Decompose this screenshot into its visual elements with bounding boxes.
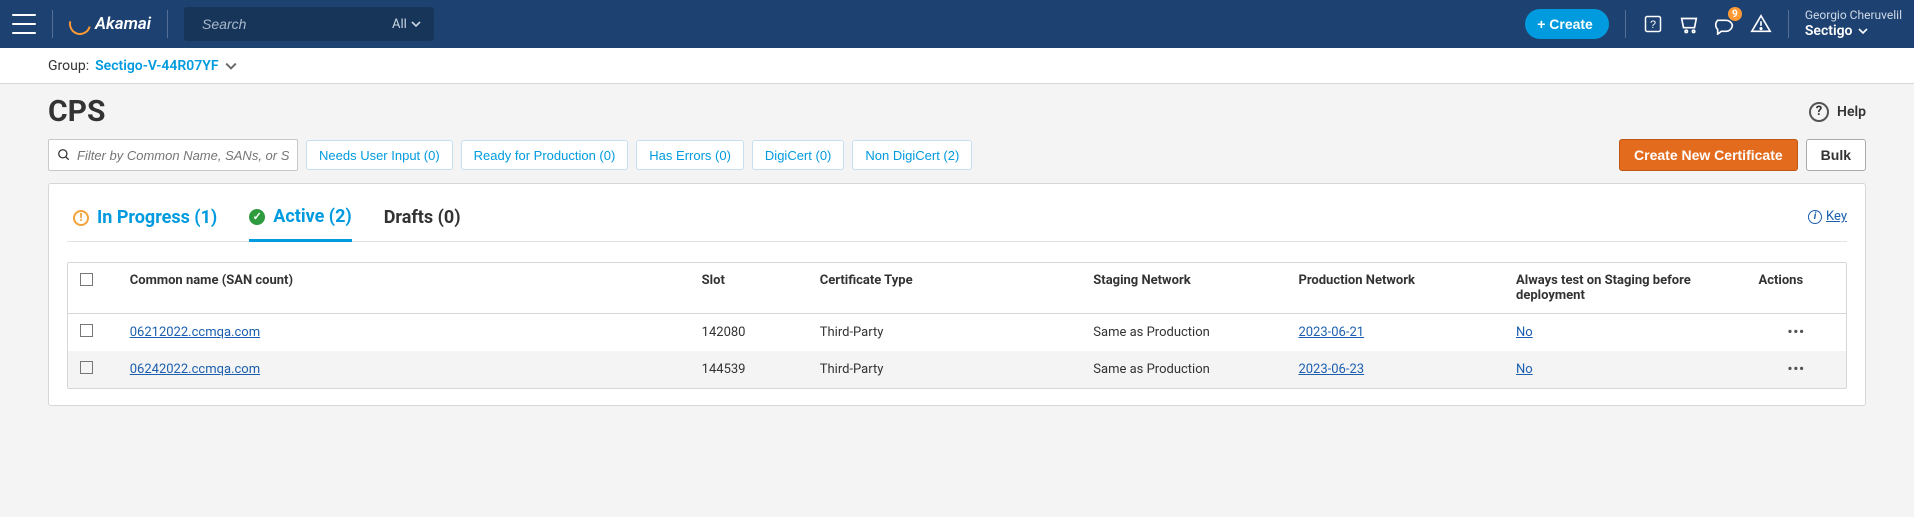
brand-logo[interactable]: Akamai	[69, 13, 151, 35]
search-input[interactable]	[202, 16, 384, 32]
breadcrumb: Group: Sectigo-V-44R07YF	[0, 48, 1914, 84]
page-header: CPS ? Help	[48, 94, 1866, 129]
search-icon	[57, 148, 71, 162]
always-test-link[interactable]: No	[1516, 362, 1533, 377]
group-label: Group:	[48, 58, 89, 74]
page-body: CPS ? Help Needs User Input (0) Ready fo…	[0, 84, 1914, 517]
filter-input-wrap[interactable]	[48, 139, 298, 171]
cell-slot: 142080	[690, 314, 808, 352]
content-card: ! In Progress (1) ✓ Active (2) Drafts (0…	[48, 183, 1866, 406]
search-scope-selector[interactable]: All	[392, 17, 425, 32]
production-link[interactable]: 2023-06-21	[1298, 325, 1364, 340]
swoosh-icon	[65, 9, 95, 39]
select-all-checkbox[interactable]	[80, 273, 93, 286]
warn-icon: !	[73, 210, 89, 226]
help-label[interactable]: Help	[1837, 104, 1866, 120]
top-icon-group: ? 9	[1642, 13, 1772, 35]
table-header-row: Common name (SAN count) Slot Certificate…	[68, 263, 1846, 314]
row-checkbox[interactable]	[80, 324, 93, 337]
filter-input[interactable]	[77, 148, 289, 163]
filter-pill-digicert[interactable]: DigiCert (0)	[752, 140, 844, 170]
user-menu[interactable]: Georgio Cheruvelil Sectigo	[1805, 8, 1902, 39]
page-title: CPS	[48, 94, 105, 129]
alert-icon[interactable]	[1750, 13, 1772, 35]
chevron-down-icon[interactable]	[225, 60, 237, 72]
col-cert-type: Certificate Type	[808, 263, 1082, 314]
col-actions: Actions	[1746, 263, 1846, 314]
cell-staging: Same as Production	[1081, 314, 1286, 352]
filter-pill-errors[interactable]: Has Errors (0)	[636, 140, 744, 170]
cell-slot: 144539	[690, 351, 808, 388]
global-search[interactable]: All	[184, 7, 434, 41]
svg-text:?: ?	[1650, 19, 1656, 31]
divider	[1788, 10, 1789, 38]
cert-link[interactable]: 06212022.ccmqa.com	[130, 325, 260, 340]
table-row: 06212022.ccmqa.com 142080 Third-Party Sa…	[68, 314, 1846, 352]
menu-icon[interactable]	[12, 14, 36, 34]
bulk-button[interactable]: Bulk	[1806, 139, 1866, 171]
filter-pill-ready[interactable]: Ready for Production (0)	[461, 140, 629, 170]
row-actions-menu[interactable]: •••	[1746, 314, 1846, 352]
filter-pill-nondigicert[interactable]: Non DigiCert (2)	[852, 140, 972, 170]
notification-badge: 9	[1728, 7, 1742, 21]
row-actions-menu[interactable]: •••	[1746, 351, 1846, 388]
filter-pill-needs-input[interactable]: Needs User Input (0)	[306, 140, 453, 170]
col-always-test: Always test on Staging before deployment	[1504, 263, 1746, 314]
help-square-icon[interactable]: ?	[1642, 13, 1664, 35]
create-certificate-button[interactable]: Create New Certificate	[1619, 139, 1798, 171]
col-common-name: Common name (SAN count)	[118, 263, 690, 314]
col-slot: Slot	[690, 263, 808, 314]
cell-cert-type: Third-Party	[808, 351, 1082, 388]
col-production: Production Network	[1286, 263, 1504, 314]
key-link[interactable]: i Key	[1808, 209, 1847, 232]
divider	[52, 10, 53, 38]
col-staging: Staging Network	[1081, 263, 1286, 314]
chat-icon[interactable]: 9	[1714, 13, 1736, 35]
user-org-selector[interactable]: Sectigo	[1805, 23, 1869, 40]
cart-icon[interactable]	[1678, 13, 1700, 35]
user-name-label: Georgio Cheruvelil	[1805, 8, 1902, 22]
chevron-down-icon	[411, 19, 421, 29]
tab-active[interactable]: ✓ Active (2)	[249, 200, 351, 242]
row-checkbox[interactable]	[80, 361, 93, 374]
cell-cert-type: Third-Party	[808, 314, 1082, 352]
help-icon[interactable]: ?	[1809, 102, 1829, 122]
always-test-link[interactable]: No	[1516, 325, 1533, 340]
info-icon: i	[1808, 210, 1822, 224]
chevron-down-icon	[1858, 26, 1868, 36]
divider	[1625, 10, 1626, 38]
create-button[interactable]: + Create	[1525, 9, 1609, 39]
table-row: 06242022.ccmqa.com 144539 Third-Party Sa…	[68, 351, 1846, 388]
cert-link[interactable]: 06242022.ccmqa.com	[130, 362, 260, 377]
tab-in-progress[interactable]: ! In Progress (1)	[73, 201, 217, 240]
divider	[167, 10, 168, 38]
tab-drafts[interactable]: Drafts (0)	[384, 201, 461, 240]
production-link[interactable]: 2023-06-23	[1298, 362, 1364, 377]
cert-table: Common name (SAN count) Slot Certificate…	[67, 262, 1847, 389]
filter-row: Needs User Input (0) Ready for Productio…	[48, 139, 1866, 171]
tab-bar: ! In Progress (1) ✓ Active (2) Drafts (0…	[67, 200, 1847, 242]
brand-text: Akamai	[95, 14, 151, 34]
top-bar: Akamai All + Create ? 9 Georgio Cheruvel…	[0, 0, 1914, 48]
check-icon: ✓	[249, 209, 265, 225]
group-link[interactable]: Sectigo-V-44R07YF	[95, 58, 218, 74]
cell-staging: Same as Production	[1081, 351, 1286, 388]
